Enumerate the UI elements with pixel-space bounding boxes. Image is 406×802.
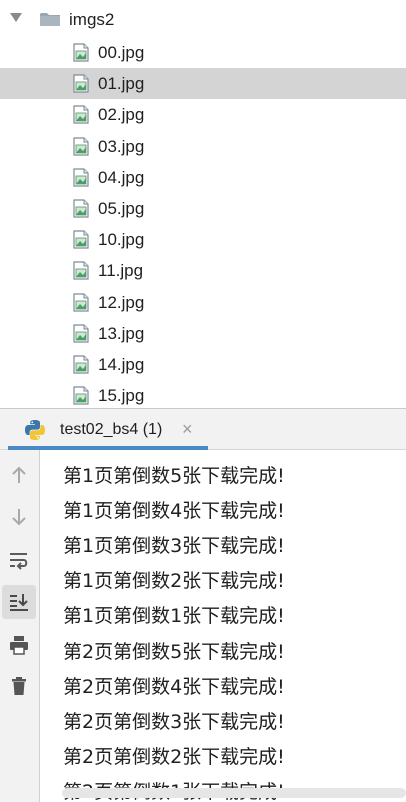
scroll-down-button[interactable] (2, 500, 36, 534)
scroll-to-end-icon (10, 594, 28, 611)
console-line: 第1页第倒数4张下载完成! (63, 500, 285, 523)
file-label: 14.jpg (98, 355, 145, 374)
image-file-icon (73, 324, 89, 343)
run-tab-bar: test02_bs4 (1) × (0, 408, 406, 450)
image-file-icon (73, 136, 89, 156)
file-label: 15.jpg (98, 386, 145, 406)
image-file-icon (73, 230, 89, 249)
file-label: 01.jpg (98, 74, 145, 94)
file-label: 00.jpg (98, 43, 145, 62)
folder-icon (40, 13, 60, 26)
file-label: 12.jpg (98, 292, 145, 312)
console-line: 第2页第倒数3张下载完成! (63, 710, 285, 733)
image-file-icon (73, 168, 89, 187)
image-file-icon (73, 292, 89, 312)
file-item[interactable]: 03.jpg (0, 131, 406, 162)
file-item[interactable]: 12.jpg (0, 287, 406, 318)
file-item[interactable]: 11.jpg (0, 255, 406, 286)
image-file-icon (73, 199, 89, 218)
python-icon (25, 420, 45, 440)
file-item[interactable]: 05.jpg (0, 193, 406, 224)
file-item[interactable]: 10.jpg (0, 224, 406, 255)
file-item[interactable]: 02.jpg (0, 99, 406, 130)
run-tab[interactable]: test02_bs4 (1) × (8, 409, 208, 450)
printer-icon (10, 636, 28, 655)
scroll-up-button[interactable] (2, 458, 36, 492)
file-item[interactable]: 15.jpg (0, 380, 406, 408)
file-label: 02.jpg (98, 105, 145, 125)
image-file-icon (73, 105, 89, 124)
file-item[interactable]: 14.jpg (0, 349, 406, 380)
file-item[interactable]: 00.jpg (0, 37, 406, 68)
image-file-icon (73, 74, 89, 93)
console-line: 第1页第倒数2张下载完成! (63, 570, 285, 593)
soft-wrap-icon (10, 553, 28, 570)
image-file-icon (73, 386, 89, 405)
file-item[interactable]: 01.jpg (0, 68, 406, 100)
file-label: 03.jpg (98, 136, 145, 156)
scroll-to-end-button[interactable] (2, 585, 36, 619)
expand-caret-icon[interactable] (10, 13, 22, 22)
file-item[interactable]: 13.jpg (0, 318, 406, 349)
folder-label: imgs2 (69, 10, 115, 29)
file-label: 10.jpg (98, 230, 145, 250)
console-toolbar (0, 450, 40, 802)
clear-all-button[interactable] (2, 669, 36, 703)
file-label: 04.jpg (98, 167, 145, 187)
arrow-down-icon (12, 509, 26, 526)
soft-wrap-button[interactable] (2, 543, 36, 577)
image-file-icon (73, 43, 89, 62)
print-button[interactable] (2, 628, 36, 662)
horizontal-scrollbar[interactable] (62, 788, 406, 798)
project-tree: imgs2 00.jpg 01.jpg 02.jpg 03.jpg 04.jpg 05.j… (0, 0, 406, 408)
image-file-icon (73, 355, 89, 374)
console-output[interactable]: 第1页第倒数5张下载完成! 第1页第倒数4张下载完成! 第1页第倒数3张下载完成! 第… (41, 450, 406, 802)
folder-node-imgs2[interactable]: imgs2 (0, 4, 406, 35)
file-item[interactable]: 04.jpg (0, 162, 406, 193)
trash-icon (12, 677, 26, 695)
close-icon[interactable]: × (182, 418, 193, 440)
console-line: 第2页第倒数4张下载完成! (63, 675, 285, 698)
console-line: 第2页第倒数5张下载完成! (63, 640, 285, 663)
image-file-icon (73, 261, 89, 280)
ide-window: imgs2 00.jpg 01.jpg 02.jpg 03.jpg 04.jpg 05.j… (0, 0, 406, 802)
run-tab-label: test02_bs4 (1) (60, 421, 163, 438)
arrow-up-icon (12, 466, 26, 483)
console-line: 第1页第倒数5张下载完成! (63, 465, 285, 487)
console-line: 第1页第倒数3张下载完成! (63, 535, 285, 558)
console-line: 第2页第倒数2张下载完成! (63, 745, 285, 768)
file-label: 13.jpg (98, 323, 145, 343)
file-label: 11.jpg (98, 261, 144, 281)
console-line: 第1页第倒数1张下载完成! (63, 605, 285, 628)
file-label: 05.jpg (98, 199, 145, 218)
